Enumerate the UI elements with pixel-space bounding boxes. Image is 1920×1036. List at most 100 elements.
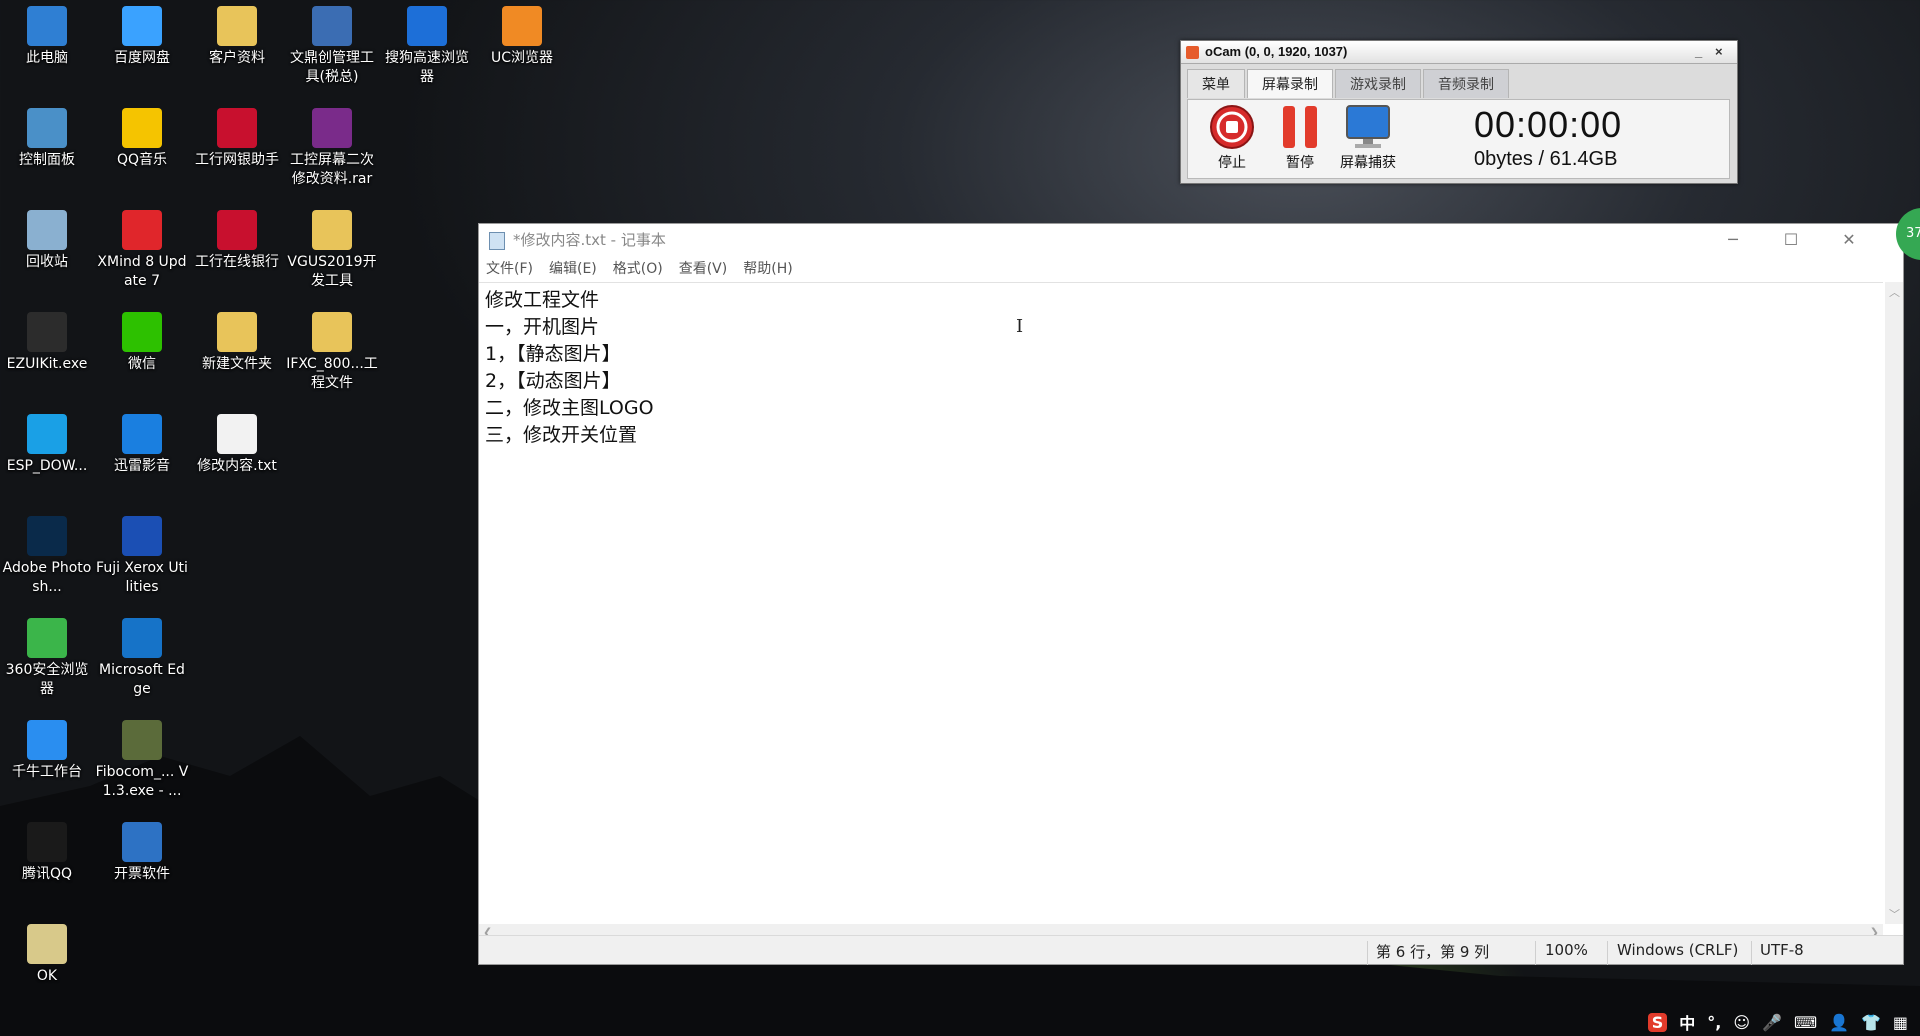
text-cursor-icon: I xyxy=(1016,316,1024,337)
desktop-icon[interactable]: 文鼎创管理工具(税总) xyxy=(285,6,379,87)
text-line: 1，【静态图片】 xyxy=(485,343,621,365)
ocam-close-button[interactable]: × xyxy=(1715,41,1723,63)
ime-mode-indicator[interactable]: 中 xyxy=(1679,1010,1695,1034)
desktop-icon[interactable]: ESP_DOW... xyxy=(0,414,94,476)
xunlei-player-icon xyxy=(122,414,162,454)
camera-icon xyxy=(27,312,67,352)
minimize-icon[interactable]: ─ xyxy=(1704,224,1762,256)
maximize-icon[interactable]: ☐ xyxy=(1762,224,1820,256)
desktop-icon[interactable]: VGUS2019开发工具 xyxy=(285,210,379,291)
menu-file[interactable]: 文件(F) xyxy=(486,256,533,282)
text-line: 2，【动态图片】 xyxy=(485,370,621,392)
user-icon[interactable]: 👤 xyxy=(1829,1013,1849,1032)
desktop-icon[interactable]: XMind 8 Update 7 xyxy=(95,210,189,291)
baidu-netdisk-icon xyxy=(122,6,162,46)
desktop-icon[interactable]: 工行网银助手 xyxy=(190,108,284,170)
ocam-tab-audio-record[interactable]: 音频录制 xyxy=(1423,69,1509,98)
monitor-icon xyxy=(1345,104,1391,150)
ocam-tabs: 菜单 屏幕录制 游戏录制 音频录制 xyxy=(1187,69,1511,99)
desktop-icon[interactable]: 百度网盘 xyxy=(95,6,189,68)
desktop-icon[interactable]: Fuji Xerox Utilities xyxy=(95,516,189,597)
sogou-ime-icon[interactable]: S xyxy=(1647,1012,1668,1032)
desktop-icon-label: 此电脑 xyxy=(26,50,68,66)
punctuation-indicator[interactable]: °, xyxy=(1707,1013,1721,1032)
icbc-online-icon xyxy=(217,210,257,250)
desktop-icon[interactable]: IFXC_800...工程文件 xyxy=(285,312,379,393)
desktop-icon[interactable]: 微信 xyxy=(95,312,189,374)
ocam-stop-button[interactable]: 停止 xyxy=(1202,104,1262,172)
icbc-icon xyxy=(217,108,257,148)
vertical-scrollbar[interactable]: ︿ ﹀ xyxy=(1885,282,1903,924)
text-line: 修改工程文件 xyxy=(485,289,600,311)
keyboard-icon[interactable]: ⌨ xyxy=(1794,1013,1817,1032)
system-tray: S 中 °, ☺ 🎤 ⌨ 👤 👕 ▦ xyxy=(1647,1008,1920,1036)
desktop-icon[interactable]: EZUIKit.exe xyxy=(0,312,94,374)
desktop-icon[interactable]: 客户资料 xyxy=(190,6,284,68)
scroll-down-icon[interactable]: ﹀ xyxy=(1889,906,1900,922)
desktop-icon[interactable]: 控制面板 xyxy=(0,108,94,170)
desktop-icon[interactable]: UC浏览器 xyxy=(475,6,569,68)
uc-browser-icon xyxy=(502,6,542,46)
desktop-icon-label: 工行在线银行 xyxy=(195,254,279,270)
ocam-tab-game-record[interactable]: 游戏录制 xyxy=(1335,69,1421,98)
ocam-pause-label: 暂停 xyxy=(1286,154,1314,170)
desktop-icon[interactable]: 千牛工作台 xyxy=(0,720,94,782)
desktop-icon[interactable]: 此电脑 xyxy=(0,6,94,68)
ocam-pause-button[interactable]: 暂停 xyxy=(1270,104,1330,172)
status-separator xyxy=(1607,941,1608,965)
desktop-icon[interactable]: 工控屏幕二次修改资料.rar xyxy=(285,108,379,189)
desktop-icon[interactable]: 工行在线银行 xyxy=(190,210,284,272)
notepad-text-area[interactable]: 修改工程文件 一，开机图片 1，【静态图片】 2，【动态图片】 二，修改主图LO… xyxy=(479,282,1883,924)
ocam-capture-button[interactable]: 屏幕捕获 xyxy=(1338,104,1398,172)
desktop-icon-label: Adobe Photosh... xyxy=(2,560,92,595)
desktop-icon[interactable]: 360安全浏览器 xyxy=(0,618,94,699)
menu-edit[interactable]: 编辑(E) xyxy=(549,256,597,282)
notepad-titlebar[interactable]: *修改内容.txt - 记事本 ─ ☐ ✕ xyxy=(479,224,1903,256)
desktop-icon[interactable]: 腾讯QQ xyxy=(0,822,94,884)
scroll-up-icon[interactable]: ︿ xyxy=(1889,284,1900,300)
desktop-icon-label: OK xyxy=(36,968,58,984)
grid-icon[interactable]: ▦ xyxy=(1893,1013,1908,1032)
desktop-icon-label: 新建文件夹 xyxy=(202,356,272,372)
desktop-icon-label: Microsoft Edge xyxy=(99,662,185,697)
desktop-icon-label: 工行网银助手 xyxy=(195,152,279,168)
menu-view[interactable]: 查看(V) xyxy=(679,256,728,282)
menu-help[interactable]: 帮助(H) xyxy=(743,256,792,282)
desktop-icon[interactable]: Microsoft Edge xyxy=(95,618,189,699)
ocam-tab-menu[interactable]: 菜单 xyxy=(1187,69,1245,98)
ocam-minimize-button[interactable]: _ xyxy=(1695,41,1702,63)
menu-format[interactable]: 格式(O) xyxy=(613,256,663,282)
desktop-icon[interactable]: Fibocom_... V1.3.exe - ... xyxy=(95,720,189,801)
status-separator xyxy=(1367,941,1368,965)
qianniu-icon xyxy=(27,720,67,760)
text-line: 一，开机图片 xyxy=(485,316,600,338)
microphone-icon[interactable]: 🎤 xyxy=(1762,1013,1782,1032)
desktop-icon[interactable]: 搜狗高速浏览器 xyxy=(380,6,474,87)
emoji-icon[interactable]: ☺ xyxy=(1733,1013,1750,1032)
desktop-icon[interactable]: 修改内容.txt xyxy=(190,414,284,476)
fibocom-icon xyxy=(122,720,162,760)
status-zoom: 100% xyxy=(1545,941,1588,959)
desktop-icon[interactable]: QQ音乐 xyxy=(95,108,189,170)
desktop-icon[interactable]: 开票软件 xyxy=(95,822,189,884)
desktop-icon[interactable]: 回收站 xyxy=(0,210,94,272)
shirt-icon[interactable]: 👕 xyxy=(1861,1013,1881,1032)
360-browser-icon xyxy=(27,618,67,658)
desktop-icon-label: 开票软件 xyxy=(114,866,170,882)
zip-folder-icon xyxy=(27,924,67,964)
desktop-icon-label: UC浏览器 xyxy=(490,50,554,66)
desktop-icon[interactable]: OK xyxy=(0,924,94,986)
photoshop-icon xyxy=(27,516,67,556)
desktop-icon[interactable]: Adobe Photosh... xyxy=(0,516,94,597)
desktop-icon-label: VGUS2019开发工具 xyxy=(287,254,377,289)
desktop-icon-label: 微信 xyxy=(128,356,156,372)
close-icon[interactable]: ✕ xyxy=(1820,224,1878,256)
ocam-titlebar[interactable]: oCam (0, 0, 1920, 1037) _ × xyxy=(1181,41,1737,64)
stop-icon xyxy=(1209,104,1255,150)
ocam-tab-screen-record[interactable]: 屏幕录制 xyxy=(1247,69,1333,98)
desktop-icon[interactable]: 迅雷影音 xyxy=(95,414,189,476)
edge-icon xyxy=(122,618,162,658)
desktop-icon[interactable]: 新建文件夹 xyxy=(190,312,284,374)
ocam-toolbar: 停止 暂停 屏幕捕获 00:00:00 0bytes / 61.4GB xyxy=(1187,99,1730,179)
ocam-stop-label: 停止 xyxy=(1218,154,1246,170)
